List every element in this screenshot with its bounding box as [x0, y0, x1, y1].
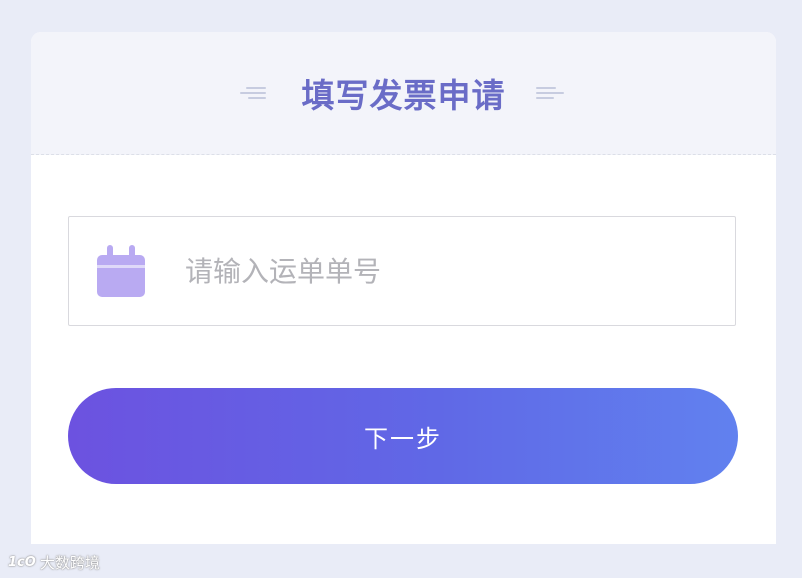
page-title: 填写发票申请: [301, 76, 506, 115]
invoice-card: 填写发票申请 下一步: [31, 32, 776, 544]
waybill-number-input[interactable]: [183, 253, 647, 289]
title-decoration-right-icon: [535, 83, 568, 103]
next-step-button[interactable]: 下一步: [68, 388, 738, 484]
card-header: 填写发票申请: [31, 32, 776, 155]
watermark-logo: 1cO: [8, 554, 36, 570]
watermark-text: 大数跨境: [39, 553, 100, 572]
waybill-input-box[interactable]: [68, 216, 736, 326]
calendar-icon: [97, 245, 145, 297]
watermark: 1cO 大数跨境: [8, 551, 100, 573]
title-decoration-left-icon: [239, 83, 272, 103]
